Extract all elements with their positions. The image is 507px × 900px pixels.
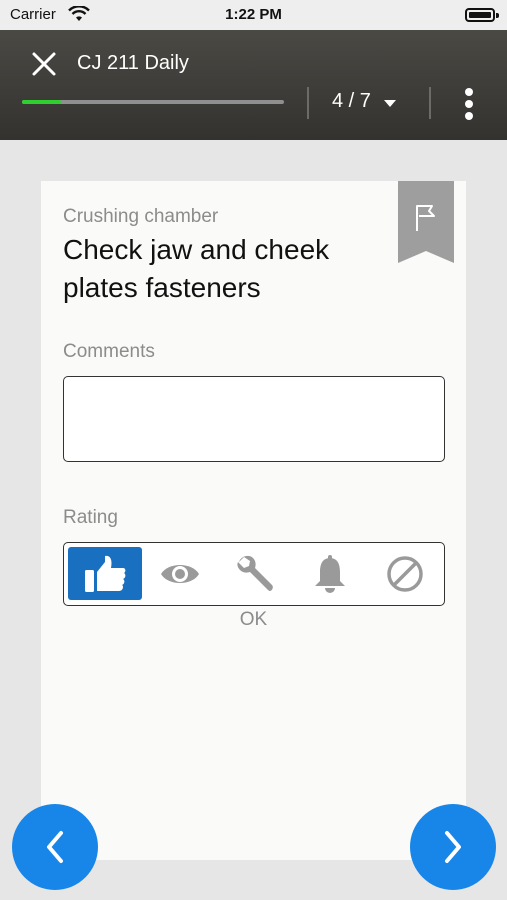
chevron-left-icon xyxy=(47,831,63,863)
previous-button[interactable] xyxy=(12,804,98,890)
step-indicator: 4 / 7 xyxy=(332,90,371,112)
rating-option-ok[interactable] xyxy=(68,547,142,600)
checklist-header: CJ 211 Daily 4 / 7 xyxy=(0,30,507,140)
header-divider xyxy=(307,87,309,119)
comments-field[interactable] xyxy=(63,376,445,462)
bell-icon xyxy=(315,554,345,593)
checklist-title: CJ 211 Daily xyxy=(77,52,189,74)
rating-label: Rating xyxy=(63,507,118,528)
progress-bar xyxy=(22,100,284,104)
flag-bookmark-icon[interactable] xyxy=(398,181,454,263)
step-selector[interactable]: 4 / 7 xyxy=(320,88,410,118)
rating-selector xyxy=(63,542,445,606)
chevron-down-icon xyxy=(384,100,396,107)
close-icon[interactable] xyxy=(30,50,58,78)
battery-tip xyxy=(496,13,499,18)
rating-option-alert[interactable] xyxy=(293,547,367,600)
wrench-icon xyxy=(237,555,273,591)
thumbs-up-icon xyxy=(85,555,126,592)
prohibited-icon xyxy=(387,555,423,592)
chevron-right-icon xyxy=(445,831,461,863)
comments-label: Comments xyxy=(63,341,155,362)
progress-fill xyxy=(22,100,62,104)
eye-icon xyxy=(161,564,199,583)
rating-option-not-applicable[interactable] xyxy=(368,547,442,600)
rating-caption: OK xyxy=(239,609,268,630)
status-time: 1:22 PM xyxy=(225,6,282,23)
task-card: Crushing chamber Check jaw and cheek pla… xyxy=(41,181,466,860)
rating-option-repair[interactable] xyxy=(218,547,292,600)
header-divider xyxy=(429,87,431,119)
rating-option-observe[interactable] xyxy=(143,547,217,600)
task-title: Check jaw and cheek plates fasteners xyxy=(63,234,330,303)
more-options-icon[interactable] xyxy=(455,86,483,122)
next-button[interactable] xyxy=(410,804,496,890)
task-category: Crushing chamber xyxy=(63,206,219,227)
battery-icon xyxy=(465,8,495,22)
status-bar: Carrier 1:22 PM xyxy=(0,0,507,30)
